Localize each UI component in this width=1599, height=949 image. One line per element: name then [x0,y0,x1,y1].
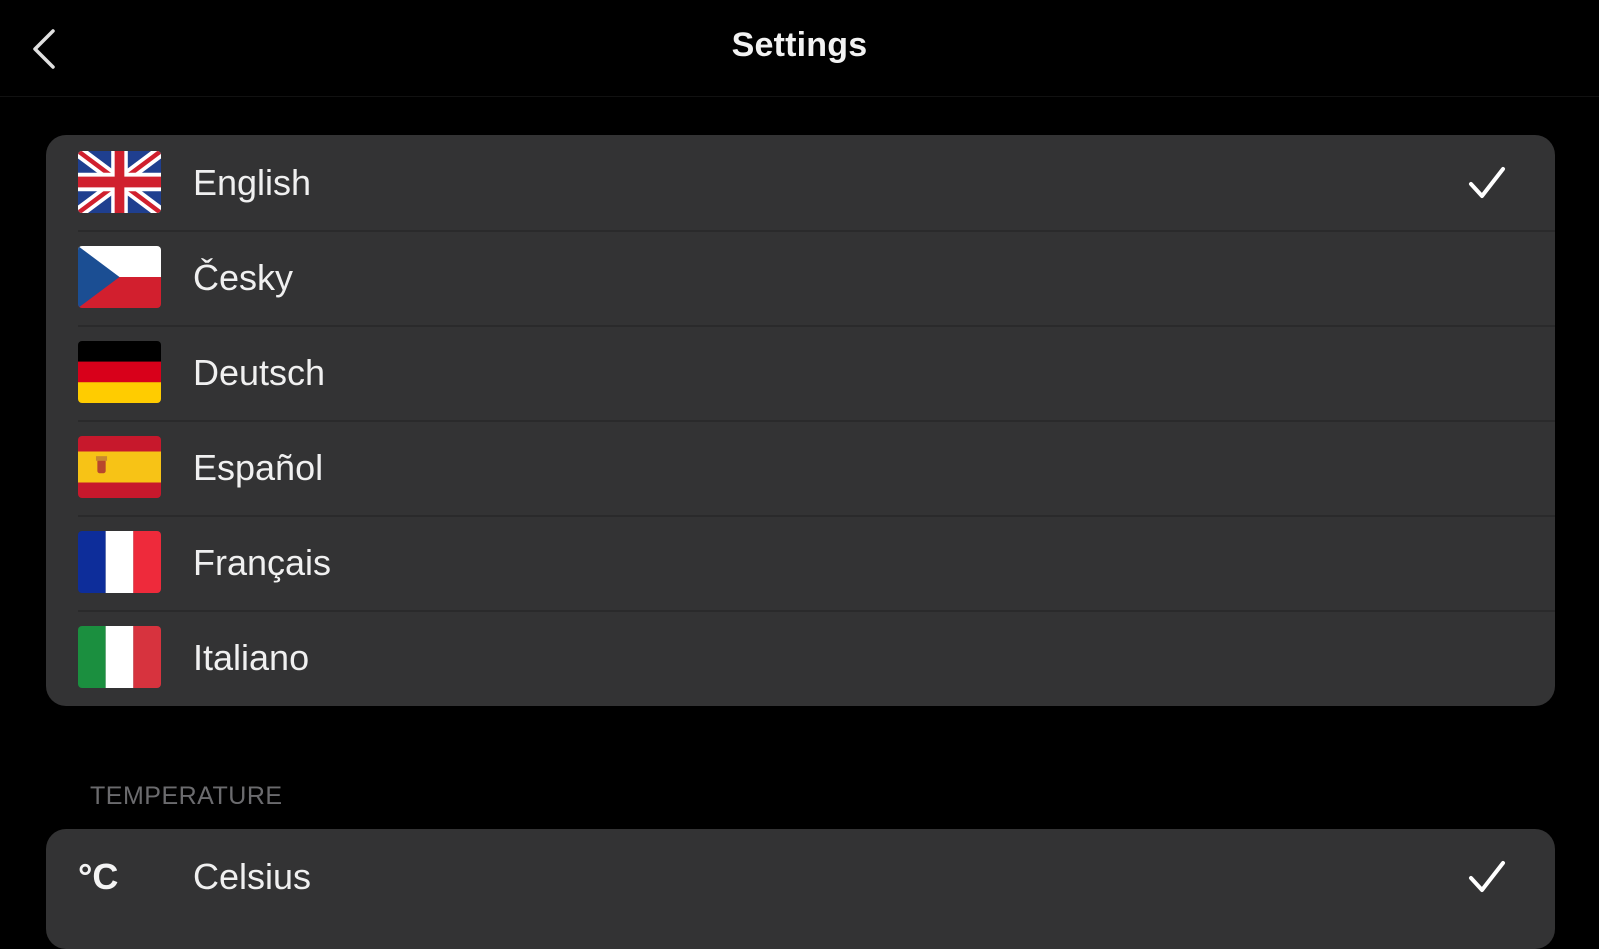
page-title: Settings [731,26,868,64]
navigation-bar: Settings [0,0,1599,97]
uk-flag-icon [78,151,161,213]
language-list: English Česky Deutsch Español Français I… [46,135,1555,706]
spanish-flag-icon [78,436,161,498]
temperature-row-celsius[interactable]: °C Celsius [46,829,1555,924]
checkmark-icon [1467,857,1507,897]
language-label: English [193,161,312,203]
language-row-english[interactable]: English [46,135,1555,230]
language-row-german[interactable]: Deutsch [46,325,1555,420]
czech-flag-icon [78,246,161,308]
language-row-spanish[interactable]: Español [46,420,1555,515]
language-label: Deutsch [193,351,326,393]
language-row-french[interactable]: Français [46,515,1555,610]
language-label: Français [193,541,332,583]
checkmark-icon [1467,163,1507,203]
temperature-list: °C Celsius [46,829,1555,949]
french-flag-icon [78,531,161,593]
language-row-czech[interactable]: Česky [46,230,1555,325]
italian-flag-icon [78,626,161,688]
celsius-icon: °C [78,856,119,897]
language-label: Italiano [193,636,310,678]
german-flag-icon [78,341,161,403]
temperature-label: Celsius [193,855,312,897]
language-label: Español [193,446,324,488]
language-label: Česky [193,256,294,298]
language-row-italian[interactable]: Italiano [46,610,1555,705]
temperature-section-header: TEMPERATURE [90,782,283,810]
